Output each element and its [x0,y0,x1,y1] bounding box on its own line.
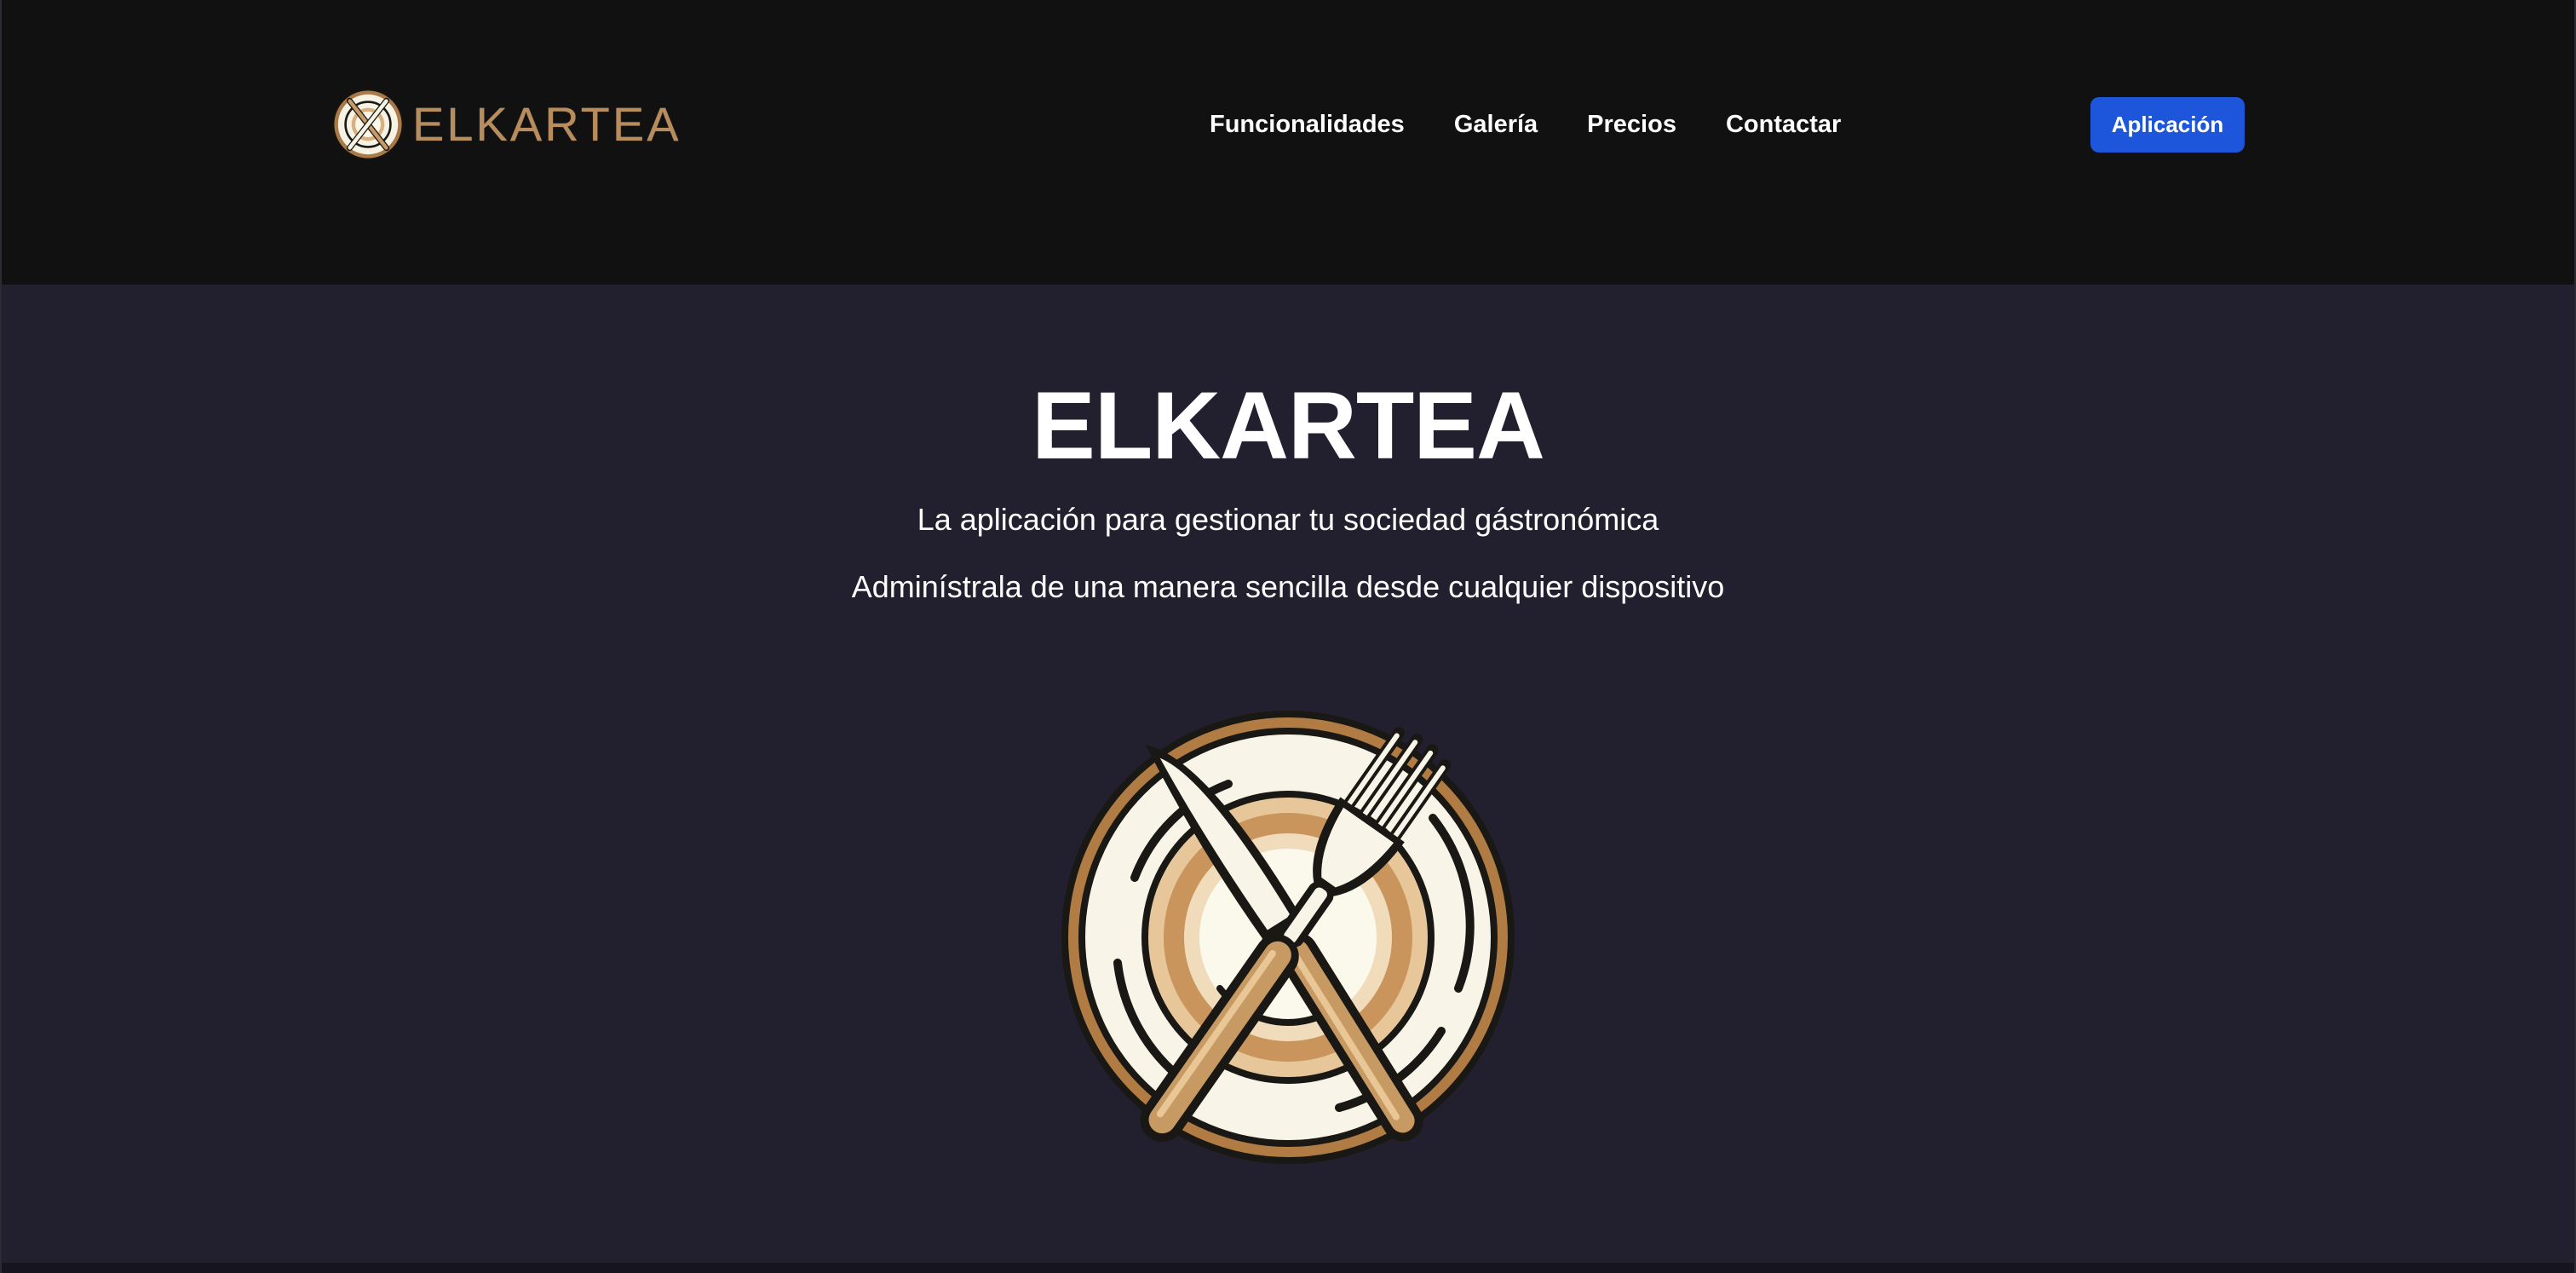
app-button[interactable]: Aplicación [2090,97,2245,153]
nav-link-funcionalidades[interactable]: Funcionalidades [1210,111,1405,139]
brand-logo-link[interactable]: ELKARTEA [331,85,681,164]
page: ELKARTEA Funcionalidades Galería Precios… [0,0,2576,1273]
window-edge-left [0,0,2,1273]
plate-knife-fork-icon [1061,711,1515,1164]
nav-link-galeria[interactable]: Galería [1454,111,1538,139]
site-header: ELKARTEA Funcionalidades Galería Precios… [0,0,2576,285]
hero-tagline: Adminístrala de una manera sencilla desd… [851,569,1725,604]
nav-link-contactar[interactable]: Contactar [1726,111,1841,139]
hero-subtitle: La aplicación para gestionar tu sociedad… [917,502,1659,537]
hero-bottom-divider [0,1263,2576,1273]
brand-name: ELKARTEA [412,97,681,151]
hero-section: ELKARTEA La aplicación para gestionar tu… [0,285,2576,1263]
plate-knife-fork-icon [331,88,405,161]
nav-link-precios[interactable]: Precios [1587,111,1676,139]
hero-title: ELKARTEA [1032,372,1545,479]
main-nav: Funcionalidades Galería Precios Contacta… [1210,102,1841,147]
